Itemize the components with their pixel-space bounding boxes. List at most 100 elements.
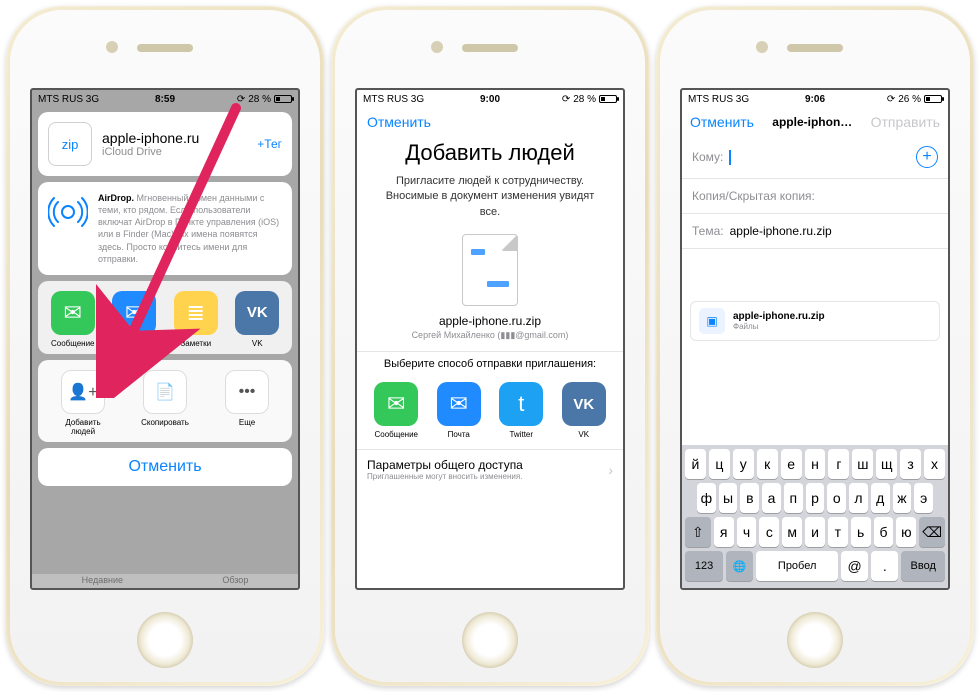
subject-field-row[interactable]: Тема: [682,214,948,249]
message-body[interactable] [682,249,948,295]
home-button[interactable] [787,612,843,668]
key-о[interactable]: о [827,483,846,513]
actions-row: 👤+Добавить людей 📄Скопировать •••Еще [38,360,292,442]
key-shift[interactable]: ⇧ [685,517,711,547]
key-а[interactable]: а [762,483,781,513]
key-ь[interactable]: ь [851,517,871,547]
action-Еще[interactable]: •••Еще [221,370,273,436]
screen: MTS RUS 3G 8:59 ⟳ 28 % zip apple-iphone.… [30,88,300,590]
sharing-options-row[interactable]: Параметры общего доступа Приглашенные мо… [357,449,623,489]
battery: ⟳ 28 % [562,94,617,105]
carrier: MTS RUS 3G [688,94,749,105]
key-ч[interactable]: ч [737,517,757,547]
key-ю[interactable]: ю [896,517,916,547]
sharing-options-title: Параметры общего доступа [367,458,523,472]
key-н[interactable]: н [805,449,826,479]
key-у[interactable]: у [733,449,754,479]
key-dot[interactable]: . [871,551,898,581]
subject-label: Тема: [692,224,724,238]
file-location: iCloud Drive [102,146,247,158]
screen: MTS RUS 3G 9:00 ⟳ 28 % Отменить Добавить… [355,88,625,590]
key-ы[interactable]: ы [719,483,738,513]
key-ф[interactable]: ф [697,483,716,513]
cancel-button[interactable]: Отменить [367,114,431,130]
key-ц[interactable]: ц [709,449,730,479]
key-с[interactable]: с [759,517,779,547]
clock: 9:06 [805,94,825,105]
status-bar: MTS RUS 3G 9:06 ⟳ 26 % [682,90,948,108]
carrier: MTS RUS 3G [38,94,99,105]
key-л[interactable]: л [849,483,868,513]
key-globe[interactable]: 🌐 [726,551,753,581]
text-cursor [729,150,731,165]
to-field-row[interactable]: Кому: + [682,136,948,179]
tab-recents[interactable]: Недавние [82,575,123,588]
phone-mail-compose: MTS RUS 3G 9:06 ⟳ 26 % Отменить apple-ip… [656,6,974,686]
home-button[interactable] [137,612,193,668]
subject-input[interactable] [730,224,938,238]
key-е[interactable]: е [781,449,802,479]
key-т[interactable]: т [828,517,848,547]
app-Сообщение[interactable]: ✉Сообщение [47,291,99,348]
app-VK[interactable]: VKVK [558,382,610,439]
key-at[interactable]: @ [841,551,868,581]
cancel-button[interactable]: Отменить [38,448,292,486]
action-Скопировать[interactable]: 📄Скопировать [139,370,191,436]
status-bar: MTS RUS 3G 8:59 ⟳ 28 % [32,90,298,108]
cancel-button[interactable]: Отменить [690,114,754,130]
stage: MTS RUS 3G 8:59 ⟳ 28 % zip apple-iphone.… [0,0,980,692]
key-123[interactable]: 123 [685,551,723,581]
key-э[interactable]: э [914,483,933,513]
app-Почта[interactable]: ✉Почта [433,382,485,439]
key-х[interactable]: х [924,449,945,479]
key-к[interactable]: к [757,449,778,479]
sharing-options-sub: Приглашенные могут вносить изменения. [367,472,523,481]
key-щ[interactable]: щ [876,449,897,479]
key-р[interactable]: р [806,483,825,513]
attachment-chip[interactable]: ▣ apple-iphone.ru.zip Файлы [690,301,940,341]
app-Почта[interactable]: ✉Почта [108,291,160,348]
key-space[interactable]: Пробел [756,551,838,581]
key-п[interactable]: п [784,483,803,513]
carrier: MTS RUS 3G [363,94,424,105]
key-в[interactable]: в [740,483,759,513]
phone-share-sheet: MTS RUS 3G 8:59 ⟳ 28 % zip apple-iphone.… [6,6,324,686]
app-Заметки[interactable]: ≣Заметки [170,291,222,348]
key-delete[interactable]: ⌫ [919,517,945,547]
chevron-right-icon: › [608,462,613,478]
add-contact-button[interactable]: + [916,146,938,168]
key-return[interactable]: Ввод [901,551,945,581]
to-label: Кому: [692,150,723,164]
status-bar: MTS RUS 3G 9:00 ⟳ 28 % [357,90,623,108]
key-г[interactable]: г [828,449,849,479]
file-card: zip apple-iphone.ru iCloud Drive +Тег [38,112,292,176]
key-и[interactable]: и [805,517,825,547]
app-Сообщение[interactable]: ✉Сообщение [370,382,422,439]
action-Добавить людей[interactable]: 👤+Добавить людей [57,370,109,436]
tab-browse[interactable]: Обзор [222,575,248,588]
clock: 9:00 [480,94,500,105]
key-я[interactable]: я [714,517,734,547]
key-ш[interactable]: ш [852,449,873,479]
folder-icon: ▣ [699,308,725,334]
app-VK[interactable]: VKVK [231,291,283,348]
key-й[interactable]: й [685,449,706,479]
attachment-source: Файлы [733,322,825,331]
home-button[interactable] [462,612,518,668]
screen: MTS RUS 3G 9:06 ⟳ 26 % Отменить apple-ip… [680,88,950,590]
tab-bar: Недавние Обзор [32,574,298,588]
add-tag-button[interactable]: +Тег [257,137,282,151]
compose-header: Отменить apple-iphon… Отправить [682,108,948,136]
cc-label: Копия/Скрытая копия: [692,189,815,203]
key-м[interactable]: м [782,517,802,547]
app-Twitter[interactable]: tTwitter [495,382,547,439]
clock: 8:59 [155,94,175,105]
share-sheet: zip apple-iphone.ru iCloud Drive +Тег Ai… [32,112,298,588]
key-д[interactable]: д [871,483,890,513]
document-icon [462,234,518,306]
send-button[interactable]: Отправить [871,114,940,130]
key-ж[interactable]: ж [893,483,912,513]
key-з[interactable]: з [900,449,921,479]
key-б[interactable]: б [874,517,894,547]
cc-field-row[interactable]: Копия/Скрытая копия: [682,179,948,214]
